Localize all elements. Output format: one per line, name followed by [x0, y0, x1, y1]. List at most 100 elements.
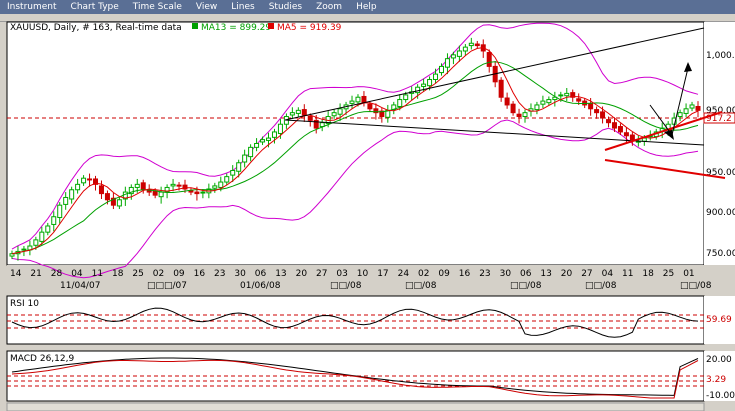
macd-title: MACD 26,12,9: [10, 354, 74, 364]
candle-body: [87, 178, 93, 181]
ma13-swatch: [192, 23, 198, 29]
candle-body: [242, 154, 248, 163]
date-day-tick: 16: [459, 269, 471, 279]
ma5-swatch: [268, 23, 274, 29]
candle-body: [397, 99, 403, 107]
date-day-tick: 11: [92, 269, 103, 279]
candle-body: [415, 86, 421, 94]
candle-body: [355, 96, 361, 103]
candle-body: [45, 225, 51, 233]
candle-body: [689, 104, 695, 109]
date-day-tick: 02: [153, 269, 164, 279]
candle-body: [218, 181, 224, 188]
date-day-tick: 23: [479, 269, 490, 279]
candle-body: [260, 139, 266, 143]
date-day-tick: 30: [500, 269, 512, 279]
candle-body: [307, 116, 313, 121]
candle-body: [617, 126, 623, 133]
candle-body: [540, 100, 546, 105]
candle-body: [266, 137, 272, 141]
date-month-label: □□/08: [330, 281, 362, 291]
candle-body: [248, 146, 254, 158]
candle-body: [474, 43, 480, 47]
candle-body: [331, 112, 337, 117]
candle-body: [600, 111, 606, 119]
candle-body: [301, 109, 307, 116]
candle-body: [254, 143, 260, 148]
horizontal-scrollbar[interactable]: [6, 402, 705, 411]
candle-body: [427, 79, 433, 87]
macd-tick-neg10: -10.00: [706, 391, 735, 401]
candle-body: [170, 183, 176, 187]
date-day-tick: 13: [540, 269, 551, 279]
candle-body: [349, 100, 355, 104]
candle-body: [611, 122, 617, 129]
candle-body: [200, 191, 206, 194]
candle-body: [677, 112, 683, 118]
date-day-tick: 30: [234, 269, 246, 279]
candle-body: [695, 105, 701, 111]
candle-body: [98, 185, 104, 195]
chart-info-label: , Daily, # 163, Real-time data: [48, 23, 182, 33]
date-month-label: 11/04/07: [60, 281, 100, 291]
candle-body: [486, 52, 492, 67]
date-day-tick: 23: [214, 269, 225, 279]
candle-body: [450, 54, 456, 59]
date-day-tick: 25: [132, 269, 143, 279]
candle-body: [534, 104, 540, 111]
macd-tick-20: 20.00: [706, 355, 732, 365]
date-day-tick: 16: [194, 269, 206, 279]
candle-body: [104, 193, 110, 201]
candle-body: [421, 83, 427, 87]
date-day-tick: 24: [398, 269, 410, 279]
candle-body: [510, 103, 516, 114]
date-month-label: □□/08: [405, 281, 437, 291]
price-tick-1000: 1,000.: [706, 51, 735, 61]
candle-body: [295, 109, 301, 114]
symbol-label: XAUUSD: [10, 23, 48, 33]
candle-body: [403, 94, 409, 101]
candle-body: [522, 112, 528, 118]
rsi-title: RSI 10: [10, 299, 39, 309]
macd-value-label: 3.29: [706, 375, 726, 385]
candle-body: [564, 92, 570, 97]
date-day-tick: 25: [663, 269, 674, 279]
candle-body: [230, 169, 236, 176]
candle-body: [224, 176, 230, 183]
candle-body: [176, 184, 182, 187]
ma13-label: MA13 = 899.29: [201, 23, 271, 33]
date-day-tick: 17: [377, 269, 388, 279]
candle-body: [289, 112, 295, 116]
date-day-tick: 04: [602, 269, 614, 279]
candle-body: [21, 248, 27, 251]
candle-body: [504, 97, 510, 106]
candle-body: [63, 196, 69, 205]
date-day-tick: 14: [10, 269, 22, 279]
date-day-tick: 20: [296, 269, 308, 279]
candle-body: [588, 102, 594, 110]
candle-body: [51, 216, 57, 225]
candle-body: [158, 191, 164, 198]
date-day-tick: 27: [581, 269, 592, 279]
candle-body: [462, 46, 468, 52]
date-day-tick: 20: [561, 269, 573, 279]
candle-body: [75, 183, 81, 191]
candle-body: [212, 185, 218, 189]
candle-body: [498, 79, 504, 98]
candle-body: [576, 98, 582, 102]
date-month-label: □□/08: [585, 281, 617, 291]
ma5-label: MA5 = 919.39: [277, 23, 342, 33]
candle-body: [546, 99, 552, 104]
candle-body: [558, 94, 564, 97]
candle-body: [277, 123, 283, 134]
date-day-tick: 13: [275, 269, 286, 279]
candle-body: [683, 108, 689, 114]
candle-body: [69, 189, 75, 200]
date-month-label: □□/08: [680, 281, 712, 291]
candle-body: [194, 191, 200, 195]
candle-body: [236, 162, 242, 172]
chart-canvas[interactable]: XAUUSD , Daily, # 163, Real-time data MA…: [0, 0, 735, 411]
candle-body: [337, 108, 343, 115]
date-day-tick: 03: [336, 269, 347, 279]
date-month-label: 01/06/08: [240, 281, 281, 291]
